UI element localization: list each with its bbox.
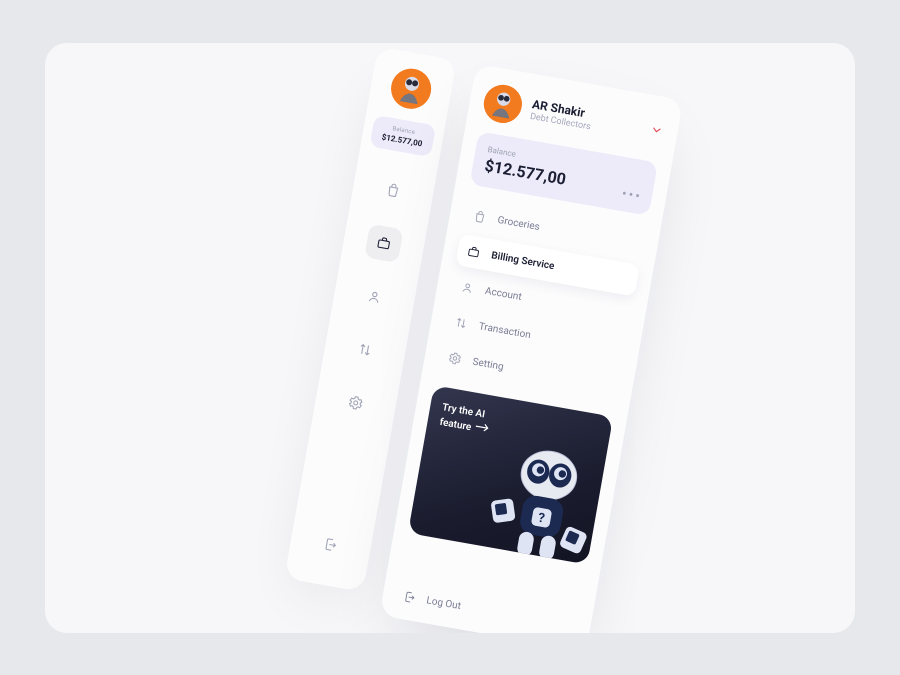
- user-icon: [460, 280, 476, 296]
- gear-icon: [347, 394, 366, 413]
- ai-promo-card[interactable]: Try the AI feature: [408, 386, 613, 565]
- mockup-scene: Balance $12.577,00: [281, 47, 684, 633]
- nav-groceries-icon[interactable]: [374, 171, 413, 210]
- nav-label: Billing Service: [491, 250, 556, 272]
- avatar[interactable]: [388, 66, 434, 112]
- nav-label: Transaction: [478, 321, 532, 341]
- app-canvas: Balance $12.577,00: [45, 43, 855, 633]
- transfer-icon: [453, 315, 469, 331]
- nav-transaction-icon[interactable]: [346, 330, 385, 369]
- logout-label: Log Out: [426, 595, 462, 612]
- robot-illustration: ?: [468, 424, 614, 565]
- user-icon: [366, 288, 385, 307]
- logout-button[interactable]: Log Out: [396, 579, 579, 633]
- nav-label: Groceries: [497, 215, 541, 233]
- nav-account-icon[interactable]: [355, 277, 394, 316]
- gear-icon: [447, 351, 463, 367]
- balance-card-small: Balance $12.577,00: [370, 115, 437, 157]
- expand-toggle[interactable]: [648, 121, 665, 142]
- nav-setting-icon[interactable]: [336, 383, 375, 422]
- nav-billing-icon[interactable]: [365, 224, 404, 263]
- briefcase-icon: [466, 244, 482, 260]
- panel-nav: Groceries Billing Service Account Transa…: [437, 198, 647, 403]
- rail-nav: [336, 171, 413, 423]
- bag-icon: [472, 209, 488, 225]
- nav-label: Setting: [472, 356, 505, 372]
- briefcase-icon: [375, 234, 394, 253]
- chevron-down-icon: [649, 122, 665, 138]
- transfer-icon: [356, 341, 375, 360]
- bag-icon: [384, 181, 403, 200]
- logout-icon: [322, 536, 341, 555]
- rail-logout-button[interactable]: [311, 525, 350, 564]
- promo-line: feature: [439, 417, 472, 433]
- nav-label: Account: [485, 286, 523, 303]
- balance-more-button[interactable]: •••: [621, 187, 643, 204]
- logout-icon: [402, 589, 418, 605]
- avatar[interactable]: [481, 82, 525, 126]
